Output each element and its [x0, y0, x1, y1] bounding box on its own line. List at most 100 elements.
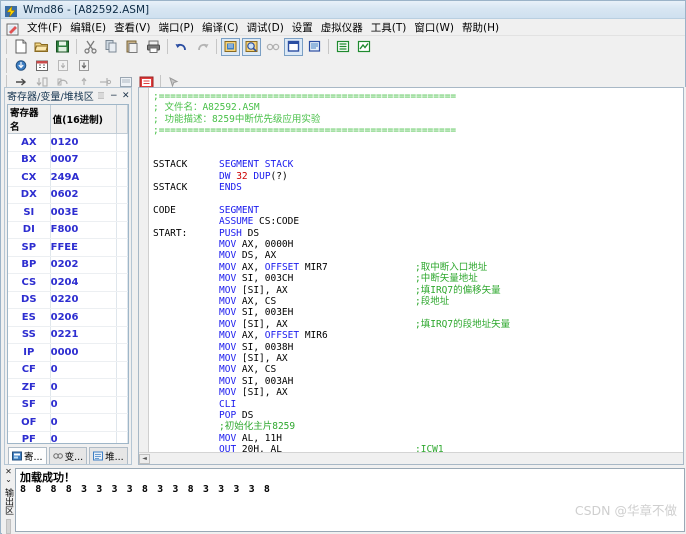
output-text-area[interactable]: 加载成功！ 8 8 8 8 3 3 3 3 8 3 3 8 3 3 3 3 8 — [15, 468, 685, 532]
menu-window[interactable]: 窗口(W) — [410, 19, 458, 36]
code-line[interactable]: CLI — [153, 399, 683, 410]
menu-view[interactable]: 查看(V) — [110, 19, 154, 36]
page-down-icon[interactable] — [53, 58, 72, 73]
register-value-cell[interactable]: 0007 — [50, 151, 117, 169]
code-editor-body[interactable]: ;=======================================… — [139, 88, 683, 452]
code-line[interactable] — [153, 137, 683, 148]
open-folder-icon[interactable] — [32, 38, 51, 56]
build-compile-icon[interactable] — [221, 37, 240, 56]
tab-stack[interactable]: 堆... — [89, 447, 128, 464]
menu-port[interactable]: 端口(P) — [154, 19, 198, 36]
table-row[interactable]: CS 0204 — [8, 273, 128, 292]
save-disk-icon[interactable] — [53, 38, 72, 56]
register-value-cell[interactable]: 0 — [50, 378, 117, 397]
table-row[interactable]: SS 0221 — [8, 326, 128, 344]
code-line[interactable]: MOV AX, OFFSET MIR7 ;取中断入口地址 — [153, 262, 683, 273]
green-list-icon[interactable] — [333, 38, 352, 56]
run-magnify-icon[interactable] — [242, 37, 261, 56]
code-line[interactable]: MOV SI, 003AH — [153, 376, 683, 387]
code-line[interactable]: MOV AX, 0000H — [153, 239, 683, 250]
table-row[interactable]: CF 0 — [8, 361, 128, 379]
code-line[interactable]: CODE SEGMENT — [153, 205, 683, 216]
editor-horizontal-scrollbar[interactable]: ◄ — [139, 452, 683, 464]
table-row[interactable]: DX 0602 — [8, 186, 128, 204]
window-maximize-icon[interactable] — [284, 37, 303, 56]
register-value-cell[interactable]: FFEE — [50, 238, 117, 257]
green-chart-icon[interactable] — [354, 38, 373, 56]
calendar-icon[interactable] — [32, 58, 51, 73]
code-line[interactable]: MOV SI, 003EH — [153, 307, 683, 318]
table-row[interactable]: DI F800 — [8, 221, 128, 239]
register-value-cell[interactable]: 0220 — [50, 291, 117, 309]
code-line[interactable]: MOV AX, OFFSET MIR6 — [153, 330, 683, 341]
table-row[interactable]: BX 0007 — [8, 151, 128, 169]
code-line[interactable]: ASSUME CS:CODE — [153, 216, 683, 227]
output-scroll-grip[interactable] — [6, 518, 11, 534]
register-value-cell[interactable]: 0000 — [50, 343, 117, 362]
register-value-cell[interactable]: F800 — [50, 221, 117, 239]
code-line[interactable]: ;=======================================… — [153, 91, 683, 102]
register-value-cell[interactable]: 0204 — [50, 273, 117, 292]
column-header-value[interactable]: 值(16进制) — [50, 105, 117, 134]
code-line[interactable]: ; 功能描述：8259中断优先级应用实验 — [153, 114, 683, 125]
code-line[interactable]: MOV AL, 11H — [153, 433, 683, 444]
code-line[interactable]: ;初始化主片8259 — [153, 421, 683, 432]
menu-virtual-instrument[interactable]: 虚拟仪器 — [317, 19, 367, 36]
table-row[interactable]: OF 0 — [8, 413, 128, 432]
table-row[interactable]: SF 0 — [8, 396, 128, 414]
output-pin-icon[interactable]: ⌄ — [5, 476, 12, 484]
editor-gutter[interactable] — [139, 88, 149, 452]
menu-debug[interactable]: 调试(D) — [243, 19, 288, 36]
menu-file[interactable]: 文件(F) — [23, 19, 66, 36]
table-row[interactable]: DS 0220 — [8, 291, 128, 309]
table-row[interactable]: CX 249A — [8, 168, 128, 187]
new-file-icon[interactable] — [11, 38, 30, 56]
import-down-icon[interactable] — [74, 58, 93, 73]
menu-compile[interactable]: 编译(C) — [198, 19, 243, 36]
code-line[interactable]: POP DS — [153, 410, 683, 421]
code-text-area[interactable]: ;=======================================… — [149, 88, 683, 452]
code-line[interactable]: SSTACK ENDS — [153, 182, 683, 193]
table-row[interactable]: BP 0202 — [8, 256, 128, 274]
code-line[interactable]: MOV SI, 003CH ;中断矢量地址 — [153, 273, 683, 284]
code-line[interactable]: MOV [SI], AX — [153, 353, 683, 364]
register-value-cell[interactable]: 0 — [50, 413, 117, 432]
code-line[interactable] — [153, 194, 683, 205]
code-line[interactable]: SSTACK SEGMENT STACK — [153, 159, 683, 170]
table-row[interactable]: SI 003E — [8, 203, 128, 222]
minimize-icon[interactable]: − — [108, 90, 120, 102]
tab-variables[interactable]: 变... — [48, 447, 88, 464]
print-icon[interactable] — [144, 38, 163, 56]
code-line[interactable]: MOV [SI], AX — [153, 387, 683, 398]
register-grid[interactable]: 寄存器名 值(16进制) AX 0120 BX 0007 CX 249A DX 0602 SI 0… — [7, 104, 129, 444]
code-line[interactable]: MOV DS, AX — [153, 250, 683, 261]
code-line[interactable]: MOV [SI], AX ;填IRQ7的段地址矢量 — [153, 319, 683, 330]
menu-settings[interactable]: 设置 — [288, 19, 317, 36]
table-row[interactable]: ES 0206 — [8, 308, 128, 327]
register-value-cell[interactable]: 0120 — [50, 133, 117, 152]
register-value-cell[interactable]: 0602 — [50, 186, 117, 204]
code-line[interactable]: START: PUSH DS — [153, 228, 683, 239]
download-disk-icon[interactable] — [11, 58, 30, 73]
menu-edit[interactable]: 编辑(E) — [66, 19, 110, 36]
code-line[interactable]: ; 文件名：A82592.ASM — [153, 102, 683, 113]
code-line[interactable]: MOV SI, 0038H — [153, 342, 683, 353]
menu-help[interactable]: 帮助(H) — [458, 19, 503, 36]
binoculars-icon[interactable] — [263, 38, 282, 56]
register-value-cell[interactable]: 249A — [50, 168, 117, 187]
register-value-cell[interactable]: 0206 — [50, 308, 117, 327]
code-line[interactable]: OUT 20H, AL ;ICW1 — [153, 444, 683, 452]
tab-registers[interactable]: 寄... — [8, 447, 47, 464]
code-line[interactable]: MOV AX, CS — [153, 364, 683, 375]
code-line[interactable]: DW 32 DUP(?) — [153, 171, 683, 182]
code-line[interactable] — [153, 148, 683, 159]
table-row[interactable]: ZF 0 — [8, 378, 128, 397]
window-script-icon[interactable] — [305, 38, 324, 56]
code-line[interactable]: ;=======================================… — [153, 125, 683, 136]
scroll-left-icon[interactable]: ◄ — [139, 453, 150, 464]
copy-icon[interactable] — [102, 38, 121, 56]
register-value-cell[interactable]: 003E — [50, 203, 117, 222]
close-icon[interactable]: ✕ — [120, 90, 132, 102]
register-value-cell[interactable]: 0 — [50, 361, 117, 379]
redo-arrow-icon[interactable] — [193, 38, 212, 56]
